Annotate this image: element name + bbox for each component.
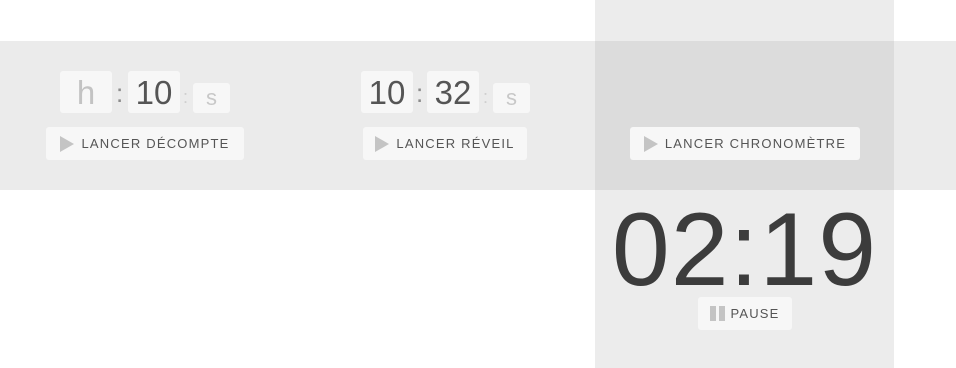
start-countdown-button[interactable]: LANCER DÉCOMPTE xyxy=(46,127,244,160)
pause-label: PAUSE xyxy=(730,306,780,321)
alarm-separator-1: : xyxy=(416,78,424,108)
play-icon xyxy=(375,135,390,152)
alarm-minutes-field[interactable]: 32 xyxy=(427,71,479,113)
alarm-separator-2: : xyxy=(483,87,489,107)
start-stopwatch-label: LANCER CHRONOMÈTRE xyxy=(664,136,847,151)
stopwatch-time-display: 02:19 xyxy=(611,192,878,308)
play-icon xyxy=(643,135,658,152)
countdown-separator-2: : xyxy=(183,87,189,107)
countdown-minutes-field[interactable]: 10 xyxy=(128,71,180,113)
stopwatch-controls-band xyxy=(595,41,894,190)
alarm-seconds-field[interactable]: s xyxy=(493,83,530,113)
pause-button[interactable]: PAUSE xyxy=(698,297,792,330)
start-countdown-label: LANCER DÉCOMPTE xyxy=(81,136,230,151)
countdown-seconds-field[interactable]: s xyxy=(193,83,230,113)
alarm-hours-field[interactable]: 10 xyxy=(361,71,413,113)
countdown-hours-field[interactable]: h xyxy=(60,71,112,113)
start-alarm-label: LANCER RÉVEIL xyxy=(396,136,515,151)
start-stopwatch-button[interactable]: LANCER CHRONOMÈTRE xyxy=(630,127,860,160)
start-alarm-button[interactable]: LANCER RÉVEIL xyxy=(363,127,527,160)
pause-icon xyxy=(710,306,726,321)
play-icon xyxy=(60,135,75,152)
countdown-separator-1: : xyxy=(116,78,124,108)
